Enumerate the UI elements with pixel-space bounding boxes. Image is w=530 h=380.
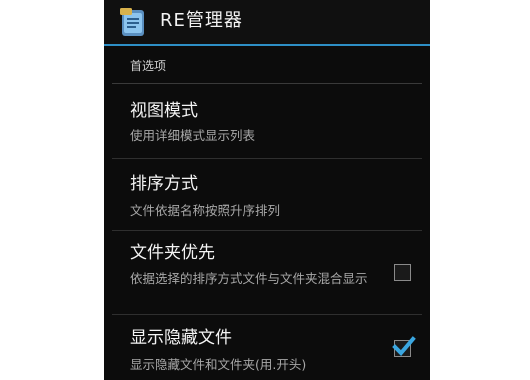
pref-title: 视图模式	[130, 101, 198, 121]
section-header: 首选项	[104, 54, 430, 84]
pref-title: 文件夹优先	[130, 243, 215, 263]
section-divider	[112, 83, 422, 84]
pref-sort-order[interactable]: 排序方式 文件依据名称按照升序排列	[104, 160, 430, 232]
pref-summary: 使用详细模式显示列表	[130, 128, 256, 143]
pref-divider	[112, 158, 422, 159]
pref-title: 排序方式	[130, 174, 198, 194]
pref-folders-first[interactable]: 文件夹优先 依据选择的排序方式文件与文件夹混合显示	[104, 232, 430, 316]
show-hidden-checkbox[interactable]	[392, 336, 416, 357]
pref-summary: 文件依据名称按照升序排列	[130, 203, 281, 218]
pref-summary: 依据选择的排序方式文件与文件夹混合显示	[130, 271, 368, 286]
pref-title: 显示隐藏文件	[130, 328, 232, 348]
pref-divider	[112, 230, 422, 231]
pref-show-hidden[interactable]: 显示隐藏文件 显示隐藏文件和文件夹(用.开头)	[104, 316, 430, 380]
pref-divider	[112, 314, 422, 315]
pref-view-mode[interactable]: 视图模式 使用详细模式显示列表	[104, 90, 430, 160]
phone-screen: RE管理器 首选项 视图模式 使用详细模式显示列表 排序方式 文件依据名称按照升…	[104, 0, 430, 380]
app-title: RE管理器	[160, 10, 243, 31]
re-manager-app-icon[interactable]	[118, 6, 148, 38]
section-header-label: 首选项	[130, 59, 167, 73]
pref-summary: 显示隐藏文件和文件夹(用.开头)	[130, 357, 307, 372]
action-bar: RE管理器	[104, 0, 430, 46]
folders-first-checkbox[interactable]	[394, 264, 411, 281]
checkmark-icon	[392, 336, 416, 356]
